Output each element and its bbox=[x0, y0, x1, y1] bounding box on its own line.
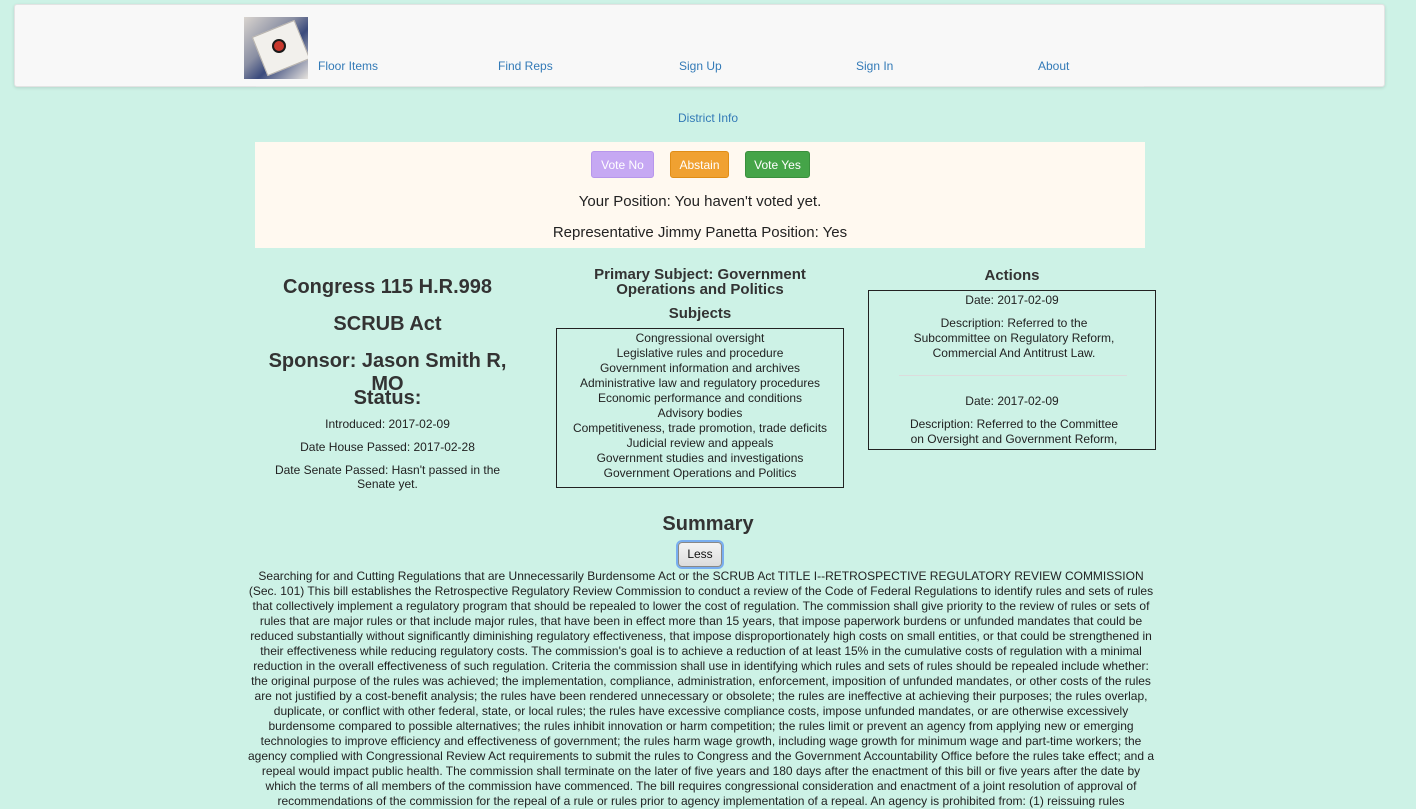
vote-no-button[interactable]: Vote No bbox=[591, 151, 654, 178]
bill-congress-number: Congress 115 H.R.998 bbox=[283, 276, 492, 298]
subject-item: Judicial review and appeals bbox=[626, 436, 774, 450]
less-toggle-button[interactable]: Less bbox=[678, 542, 722, 567]
nav-floor-items[interactable]: Floor Items bbox=[318, 59, 378, 73]
nav-find-reps[interactable]: Find Reps bbox=[498, 59, 553, 73]
navbar bbox=[14, 4, 1385, 87]
subject-item: Advisory bodies bbox=[657, 406, 743, 420]
action-description: Description: Referred to the Committee o… bbox=[909, 417, 1119, 449]
nav-about[interactable]: About bbox=[1038, 59, 1069, 73]
subject-item: Economic performance and conditions bbox=[597, 391, 803, 405]
nav-divider bbox=[256, 86, 1144, 87]
subject-item: Competitiveness, trade promotion, trade … bbox=[572, 421, 828, 435]
senate-passed-date: Date Senate Passed: Hasn't passed in the… bbox=[274, 463, 501, 491]
abstain-button[interactable]: Abstain bbox=[670, 151, 729, 178]
subject-item: Legislative rules and procedure bbox=[616, 346, 784, 360]
subject-item: Administrative law and regulatory proced… bbox=[579, 376, 821, 390]
district-info-link[interactable]: District Info bbox=[678, 111, 738, 125]
introduced-date: Introduced: 2017-02-09 bbox=[325, 417, 450, 431]
bill-title: SCRUB Act bbox=[333, 313, 442, 335]
subject-item: Government Operations and Politics bbox=[603, 466, 797, 480]
subject-item: Congressional oversight bbox=[635, 331, 765, 345]
summary-text: Searching for and Cutting Regulations th… bbox=[247, 569, 1155, 808]
status-heading: Status: bbox=[353, 387, 422, 409]
vote-yes-button[interactable]: Vote Yes bbox=[745, 151, 810, 178]
action-date: Date: 2017-02-09 bbox=[965, 394, 1059, 408]
logo-emblem-icon bbox=[272, 39, 286, 53]
action-description: Description: Referred to the Subcommitte… bbox=[913, 316, 1115, 360]
subject-item: Government information and archives bbox=[599, 361, 801, 375]
your-position-text: Your Position: You haven't voted yet. bbox=[578, 193, 822, 210]
primary-subject: Primary Subject: Government Operations a… bbox=[594, 266, 806, 298]
site-logo[interactable] bbox=[244, 17, 308, 79]
house-passed-date: Date House Passed: 2017-02-28 bbox=[300, 440, 475, 454]
summary-heading: Summary bbox=[662, 513, 754, 535]
subjects-heading: Subjects bbox=[668, 305, 732, 322]
subjects-list-box: Congressional oversight Legislative rules… bbox=[556, 328, 844, 488]
subject-item: Government studies and investigations bbox=[596, 451, 804, 465]
action-divider bbox=[899, 375, 1127, 376]
nav-sign-up[interactable]: Sign Up bbox=[679, 59, 722, 73]
actions-scroll-box[interactable]: Date: 2017-02-09 Description: Referred t… bbox=[868, 290, 1156, 450]
action-date: Date: 2017-02-09 bbox=[965, 293, 1059, 307]
actions-heading: Actions bbox=[984, 267, 1040, 284]
rep-position-text: Representative Jimmy Panetta Position: Y… bbox=[552, 224, 848, 241]
nav-sign-in[interactable]: Sign In bbox=[856, 59, 893, 73]
vote-panel: Vote No Abstain Vote Yes Your Position: … bbox=[255, 142, 1145, 248]
